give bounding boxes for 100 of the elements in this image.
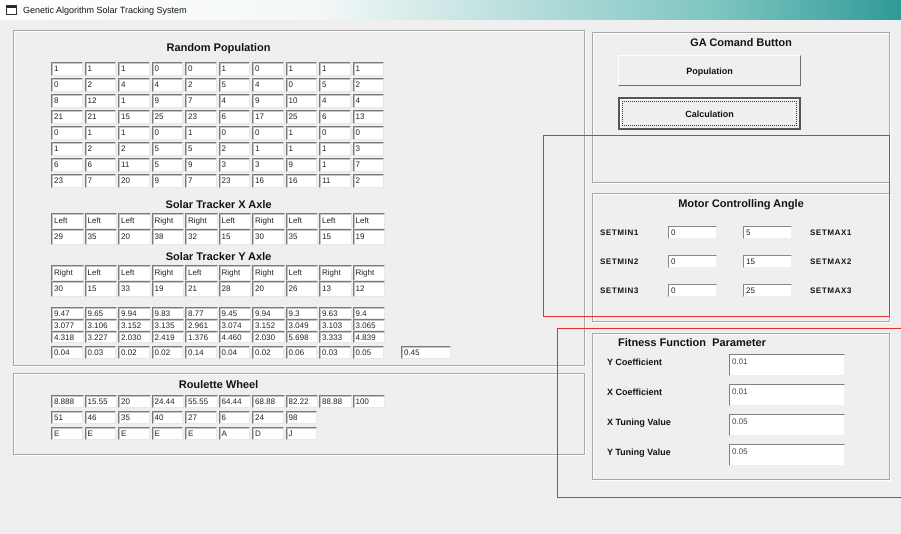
text-field[interactable]: 98 — [286, 411, 317, 424]
text-field[interactable]: 1 — [118, 62, 150, 76]
text-field[interactable]: 9.94 — [118, 307, 150, 319]
text-field[interactable]: 1 — [252, 142, 284, 156]
input-field[interactable]: 0.01 — [729, 354, 845, 376]
text-field[interactable]: 8 — [51, 94, 82, 108]
text-field[interactable]: 0.14 — [185, 346, 216, 359]
text-field[interactable]: 9.45 — [218, 307, 251, 319]
text-field[interactable]: 88.88 — [319, 395, 352, 408]
text-field[interactable]: 3 — [352, 142, 384, 156]
text-field[interactable]: 2.030 — [252, 331, 284, 343]
text-field[interactable]: 11 — [118, 158, 150, 172]
text-field[interactable]: 5 — [319, 78, 350, 92]
text-field[interactable]: 10 — [286, 94, 317, 108]
input-field[interactable]: 0.05 — [729, 444, 845, 466]
text-field[interactable]: 4 — [352, 94, 384, 108]
text-field[interactable]: 9 — [185, 158, 216, 172]
text-field[interactable]: 3.077 — [51, 319, 84, 331]
text-field[interactable]: 5 — [152, 142, 183, 156]
text-field[interactable]: 4 — [252, 78, 284, 92]
text-field[interactable]: 3.049 — [286, 319, 318, 331]
text-field[interactable]: 9.4 — [352, 307, 385, 319]
text-field[interactable]: 24 — [252, 411, 284, 424]
text-field[interactable]: 21 — [51, 110, 82, 124]
text-field[interactable]: 82.22 — [286, 395, 318, 408]
input-field[interactable]: 0.05 — [729, 414, 845, 436]
text-field[interactable]: 3.074 — [218, 319, 251, 331]
text-field[interactable]: 4 — [218, 94, 250, 108]
text-field[interactable]: 3.333 — [319, 331, 352, 343]
text-field[interactable]: 3.065 — [352, 319, 385, 331]
text-field[interactable]: 7 — [185, 94, 216, 108]
text-field[interactable]: E — [51, 427, 82, 440]
command-button[interactable]: Calculation — [618, 97, 801, 130]
text-field[interactable]: 35 — [118, 411, 150, 424]
text-field[interactable]: 0 — [352, 126, 384, 140]
text-field[interactable]: 3 — [252, 158, 284, 172]
text-field[interactable]: 4 — [118, 78, 150, 92]
text-field[interactable]: 0 — [218, 126, 250, 140]
text-field[interactable]: 2.419 — [152, 331, 184, 343]
text-field[interactable]: 15 — [118, 110, 150, 124]
text-field[interactable]: 51 — [51, 411, 82, 424]
text-field[interactable]: 9 — [286, 158, 317, 172]
text-field[interactable]: 1 — [84, 126, 116, 140]
text-field[interactable]: 3.152 — [118, 319, 150, 331]
text-field[interactable]: 17 — [252, 110, 284, 124]
text-field[interactable]: 2 — [118, 142, 150, 156]
text-field[interactable]: 0.04 — [218, 346, 250, 359]
text-field[interactable]: 23 — [185, 110, 216, 124]
text-field[interactable]: 2.961 — [185, 319, 218, 331]
text-field[interactable]: 40 — [152, 411, 183, 424]
text-field[interactable]: 9 — [152, 174, 183, 188]
text-field[interactable]: 9.3 — [286, 307, 318, 319]
text-field[interactable]: 3.106 — [84, 319, 117, 331]
text-field[interactable]: 20 — [118, 395, 150, 408]
text-field[interactable]: 7 — [185, 174, 216, 188]
text-field[interactable]: 0 — [252, 126, 284, 140]
text-field[interactable]: 0.02 — [252, 346, 284, 359]
text-field[interactable]: 24.44 — [152, 395, 184, 408]
text-field[interactable]: 6 — [51, 158, 82, 172]
text-field[interactable]: 68.88 — [252, 395, 284, 408]
text-field[interactable]: 0 — [152, 126, 183, 140]
text-field[interactable]: 7 — [84, 174, 116, 188]
text-field[interactable]: 9.94 — [252, 307, 284, 319]
text-field[interactable]: 3.152 — [252, 319, 284, 331]
text-field[interactable]: 0.06 — [286, 346, 317, 359]
text-field[interactable]: 5 — [152, 158, 183, 172]
text-field[interactable]: 2 — [352, 174, 384, 188]
text-field[interactable]: 1 — [352, 62, 384, 76]
text-field[interactable]: 1 — [286, 142, 317, 156]
text-field[interactable]: 1 — [118, 94, 150, 108]
text-field[interactable]: 1 — [118, 126, 150, 140]
text-field[interactable]: 9 — [152, 94, 183, 108]
text-field[interactable]: 1 — [218, 62, 250, 76]
input-field[interactable]: 0 — [668, 226, 717, 238]
text-field[interactable]: 1 — [286, 62, 317, 76]
text-field[interactable]: 4.318 — [51, 331, 84, 343]
text-field[interactable]: 0.02 — [152, 346, 183, 359]
text-field[interactable]: 3 — [218, 158, 250, 172]
text-field[interactable]: 2 — [218, 142, 250, 156]
text-field[interactable]: 25 — [152, 110, 183, 124]
text-field[interactable]: 0 — [51, 78, 82, 92]
text-field[interactable]: 64.44 — [218, 395, 251, 408]
text-field[interactable]: 21 — [84, 110, 116, 124]
input-field[interactable]: 0 — [668, 254, 717, 268]
text-field[interactable]: 0.04 — [51, 346, 82, 359]
text-field[interactable]: 9.63 — [319, 307, 352, 319]
input-field[interactable]: 15 — [743, 254, 792, 268]
input-field[interactable]: 5 — [743, 226, 792, 238]
text-field[interactable]: 27 — [185, 411, 216, 424]
text-field[interactable]: 23 — [218, 174, 250, 188]
text-field[interactable]: E — [185, 427, 216, 440]
text-field[interactable]: 0.05 — [352, 346, 384, 359]
text-field[interactable]: 1 — [51, 142, 82, 156]
text-field[interactable]: 55.55 — [185, 395, 218, 408]
text-field[interactable]: 0 — [319, 126, 350, 140]
text-field[interactable]: 5 — [218, 78, 250, 92]
text-field[interactable]: 9.65 — [84, 307, 117, 319]
command-button[interactable]: Population — [618, 55, 801, 86]
text-field[interactable]: 1 — [319, 158, 350, 172]
text-field[interactable]: 0.03 — [84, 346, 116, 359]
